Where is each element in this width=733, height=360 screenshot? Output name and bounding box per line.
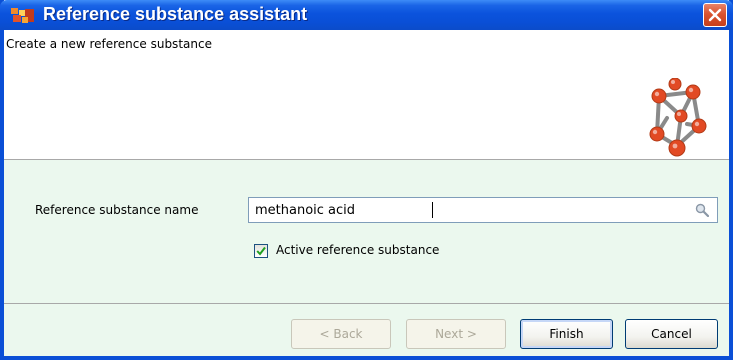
- search-icon[interactable]: [695, 203, 709, 217]
- wizard-window: Reference substance assistant Create a n…: [0, 0, 733, 360]
- molecule-lattice-icon: [649, 78, 707, 157]
- text-caret: [432, 202, 433, 218]
- header-message: Create a new reference substance: [6, 37, 212, 51]
- close-icon: [708, 8, 722, 22]
- app-logo-icon: [11, 8, 34, 23]
- active-checkbox[interactable]: [254, 244, 268, 258]
- back-button[interactable]: < Back: [291, 319, 391, 349]
- active-checkbox-label[interactable]: Active reference substance: [276, 243, 439, 257]
- close-button[interactable]: [703, 3, 727, 27]
- wizard-content: Reference substance name Active referenc…: [4, 160, 729, 304]
- name-label: Reference substance name: [35, 203, 199, 217]
- name-input[interactable]: [249, 198, 695, 222]
- next-button[interactable]: Next >: [406, 319, 506, 349]
- checkmark-icon: [256, 246, 266, 256]
- window-title: Reference substance assistant: [43, 4, 308, 24]
- cancel-button[interactable]: Cancel: [625, 319, 718, 349]
- button-bar: < Back Next > Finish Cancel: [4, 304, 729, 356]
- name-field[interactable]: [248, 197, 718, 223]
- wizard-header: Create a new reference substance: [4, 30, 729, 160]
- finish-button[interactable]: Finish: [520, 319, 613, 349]
- title-bar[interactable]: Reference substance assistant: [0, 0, 733, 30]
